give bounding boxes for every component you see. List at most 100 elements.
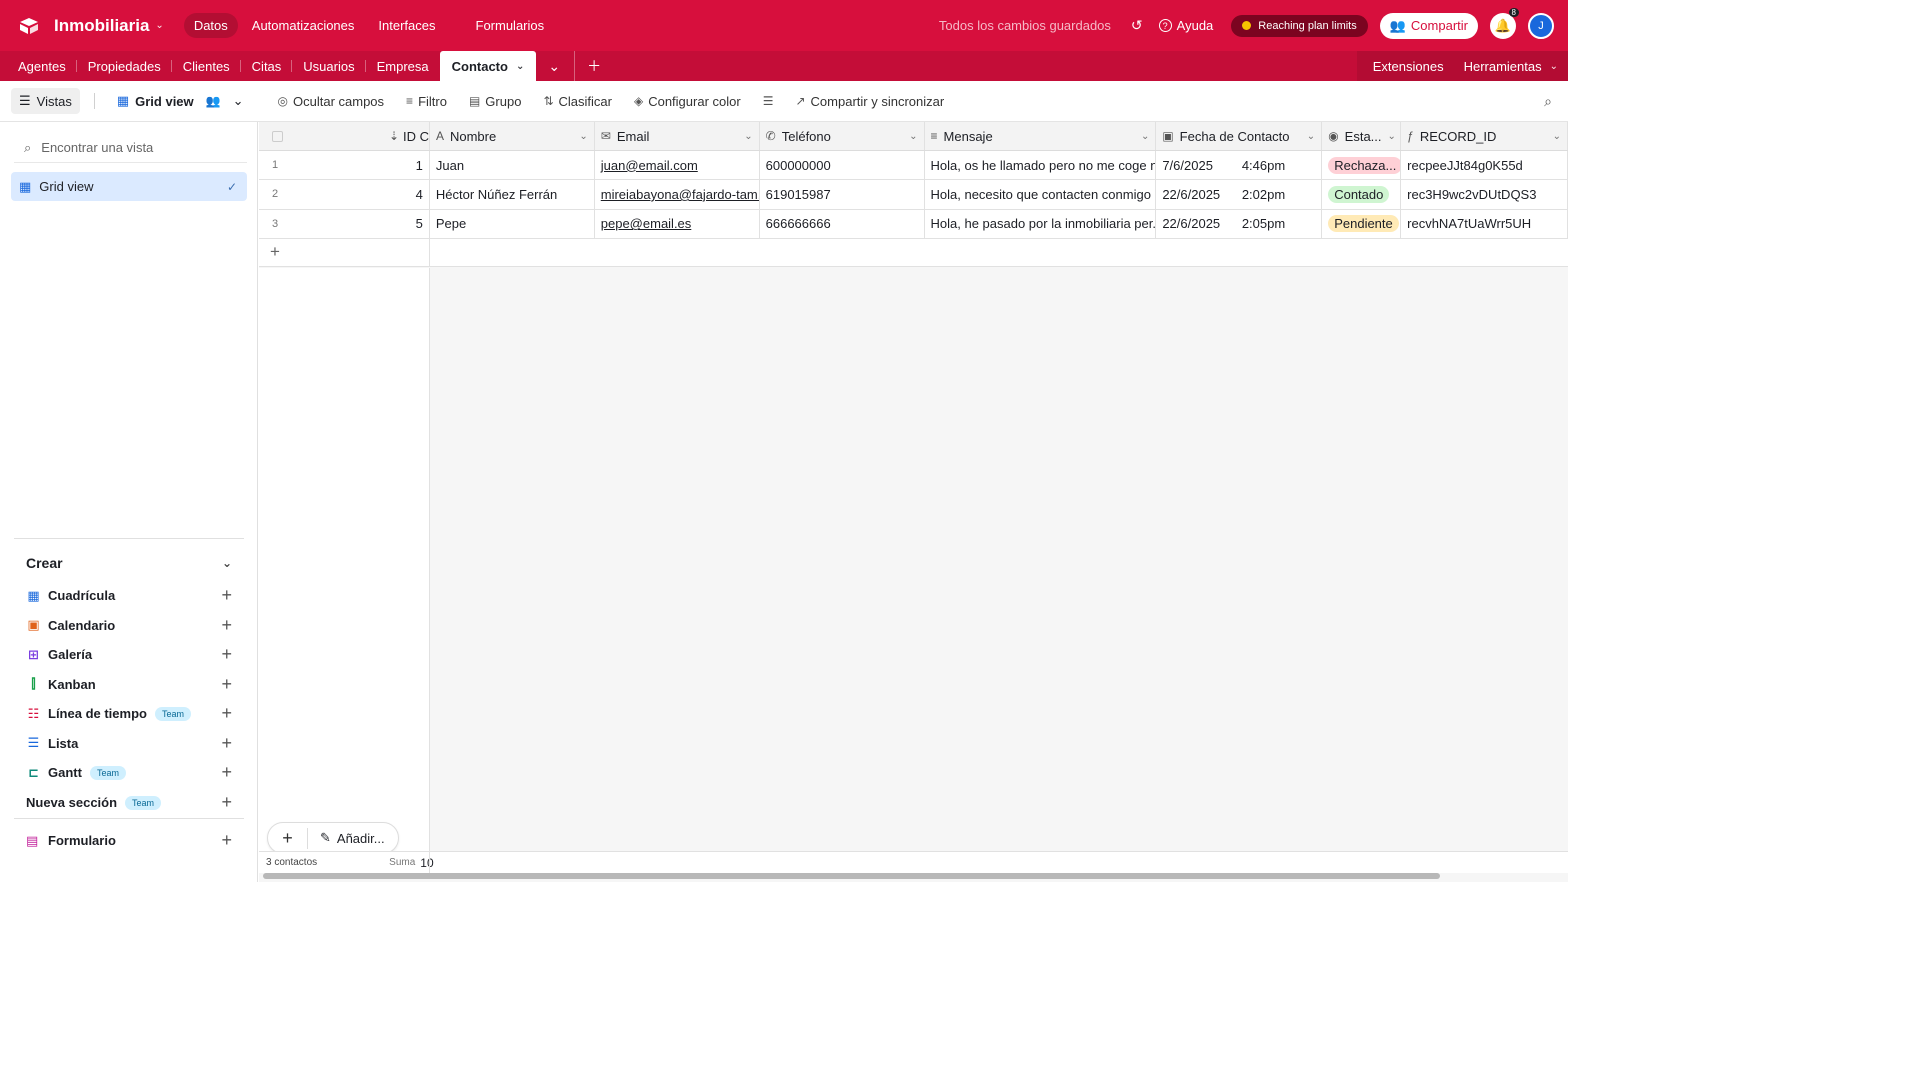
cell-record-id[interactable]: recpeeJJt84g0K55d xyxy=(1401,151,1568,181)
tab-usuarios[interactable]: Usuarios xyxy=(292,51,366,81)
column-header-record-id[interactable]: ƒ RECORD_ID ⌄ xyxy=(1401,122,1568,150)
more-tables-icon[interactable]: ⌄ xyxy=(536,51,572,81)
cell-fecha[interactable]: 22/6/2025 2:05pm xyxy=(1156,209,1323,239)
chevron-down-icon[interactable]: ⌄ xyxy=(909,131,917,142)
chevron-down-icon[interactable]: ⌄ xyxy=(744,131,752,142)
email-link[interactable]: juan@email.com xyxy=(601,158,698,173)
cell-estado[interactable]: Pendiente xyxy=(1322,209,1402,239)
cell-estado[interactable]: Rechaza... xyxy=(1322,151,1402,181)
cell-fecha[interactable]: 7/6/2025 4:46pm xyxy=(1156,151,1323,181)
add-record-button[interactable]: + xyxy=(268,827,308,849)
create-form-view[interactable]: ▤ Formulario + xyxy=(14,819,244,863)
chevron-down-icon[interactable]: ⌄ xyxy=(1141,131,1149,142)
cell-id[interactable]: 4 xyxy=(320,180,430,210)
create-header[interactable]: Crear ⌄ xyxy=(14,539,244,581)
add-table-icon[interactable]: ＋ xyxy=(574,51,613,81)
chevron-down-icon[interactable]: ⌄ xyxy=(579,131,587,142)
cell-email[interactable]: pepe@email.es xyxy=(594,209,760,239)
tab-propiedades[interactable]: Propiedades xyxy=(77,51,172,81)
horizontal-scrollbar[interactable] xyxy=(263,873,1440,879)
column-header-estado[interactable]: ◉ Esta... ⌄ xyxy=(1322,122,1402,150)
tools-button[interactable]: Herramientas ⌄ xyxy=(1454,51,1568,81)
column-header-telefono[interactable]: ✆ Teléfono ⌄ xyxy=(759,122,925,150)
chevron-down-icon[interactable]: ⌄ xyxy=(516,61,524,72)
cell-id[interactable]: 5 xyxy=(320,209,430,239)
cell-record-id[interactable]: rec3H9wc2vDUtDQS3 xyxy=(1401,180,1568,210)
email-link[interactable]: pepe@email.es xyxy=(601,216,692,231)
app-title[interactable]: Inmobiliaria xyxy=(54,16,149,36)
nav-automatizaciones[interactable]: Automatizaciones xyxy=(242,13,365,38)
notifications-button[interactable]: 🔔 8 xyxy=(1490,7,1519,39)
cell-mensaje[interactable]: Hola, os he llamado pero no me coge n... xyxy=(924,151,1157,181)
cell-telefono[interactable]: 600000000 xyxy=(759,151,925,181)
search-icon[interactable]: ⌕ xyxy=(1544,93,1552,110)
table-row[interactable]: 1 1 Juan juan@email.com 600000000 Hola, … xyxy=(259,151,1568,181)
chevron-down-icon[interactable]: ⌄ xyxy=(1388,131,1396,142)
tab-contacto[interactable]: Contacto ⌄ xyxy=(439,51,537,81)
email-link[interactable]: mireiabayona@fajardo-tam... xyxy=(601,187,759,202)
nav-interfaces[interactable]: Interfaces xyxy=(368,13,445,38)
app-logo-icon[interactable] xyxy=(18,17,40,35)
column-header-nombre[interactable]: A Nombre ⌄ xyxy=(429,122,595,150)
nav-datos[interactable]: Datos xyxy=(183,13,238,38)
create-grid-view[interactable]: ▦ Cuadrícula + xyxy=(14,581,244,611)
chevron-down-icon[interactable]: ⌄ xyxy=(1553,131,1561,142)
cell-mensaje[interactable]: Hola, he pasado por la inmobiliaria per.… xyxy=(924,209,1157,239)
history-icon[interactable]: ↺ xyxy=(1131,17,1143,34)
nav-formularios[interactable]: Formularios xyxy=(466,13,555,38)
chevron-down-icon[interactable]: ⌄ xyxy=(1307,131,1315,142)
create-list-view[interactable]: ☰ Lista + xyxy=(14,729,244,759)
cell-nombre[interactable]: Héctor Núñez Ferrán xyxy=(429,180,595,210)
share-button[interactable]: 👥 Compartir xyxy=(1379,12,1478,39)
cell-id[interactable]: 1 xyxy=(320,151,430,181)
row-height-button[interactable]: ☰ xyxy=(763,94,774,108)
sum-label[interactable]: Suma xyxy=(389,857,415,868)
tab-empresa[interactable]: Empresa xyxy=(366,51,440,81)
table-row[interactable]: 3 5 Pepe pepe@email.es 666666666 Hola, h… xyxy=(259,209,1568,239)
create-calendar-view[interactable]: ▣ Calendario + xyxy=(14,611,244,641)
cell-telefono[interactable]: 619015987 xyxy=(759,180,925,210)
cell-nombre[interactable]: Juan xyxy=(429,151,595,181)
tab-citas[interactable]: Citas xyxy=(241,51,293,81)
create-section[interactable]: Nueva sección Team + xyxy=(14,788,244,819)
cell-telefono[interactable]: 666666666 xyxy=(759,209,925,239)
cell-mensaje[interactable]: Hola, necesito que contacten conmigo ... xyxy=(924,180,1157,210)
cell-estado[interactable]: Contado xyxy=(1322,180,1402,210)
hide-fields-button[interactable]: ◎ Ocultar campos xyxy=(278,94,385,109)
column-header-id[interactable]: ⇣ID Contacto⌄ xyxy=(320,122,430,150)
create-timeline-view[interactable]: ☷ Línea de tiempo Team + xyxy=(14,699,244,729)
find-view-input[interactable]: ⌕ Encontrar una vista xyxy=(14,133,247,163)
cell-email[interactable]: mireiabayona@fajardo-tam... xyxy=(594,180,760,210)
add-row-area[interactable] xyxy=(430,238,1568,267)
column-header-fecha[interactable]: ▣ Fecha de Contacto ⌄ xyxy=(1156,122,1323,150)
color-button[interactable]: ◈ Configurar color xyxy=(634,94,741,109)
current-view-button[interactable]: ▦ Grid view 👥 ⌄ xyxy=(117,93,244,109)
cell-fecha[interactable]: 22/6/2025 2:02pm xyxy=(1156,180,1323,210)
extensions-button[interactable]: Extensiones xyxy=(1363,51,1454,81)
create-gantt-view[interactable]: ⊏ Gantt Team + xyxy=(14,758,244,788)
add-row[interactable]: + xyxy=(259,238,1568,267)
cell-email[interactable]: juan@email.com xyxy=(594,151,760,181)
chevron-down-icon[interactable]: ⌄ xyxy=(155,20,163,31)
add-row-plus-icon[interactable]: + xyxy=(259,238,430,267)
group-button[interactable]: ▤ Grupo xyxy=(469,94,521,109)
plan-limits-button[interactable]: Reaching plan limits xyxy=(1231,14,1368,37)
help-button[interactable]: ? Ayuda xyxy=(1158,18,1213,33)
table-row[interactable]: 2 4 Héctor Núñez Ferrán mireiabayona@faj… xyxy=(259,180,1568,210)
tab-clientes[interactable]: Clientes xyxy=(172,51,241,81)
sort-button[interactable]: ⇅ Clasificar xyxy=(543,94,612,109)
sidebar-item-grid-view[interactable]: ▦ Grid view ✓ xyxy=(11,172,247,201)
share-sync-button[interactable]: ↗ Compartir y sincronizar xyxy=(795,94,944,109)
create-gallery-view[interactable]: ⊞ Galería + xyxy=(14,640,244,670)
cell-record-id[interactable]: recvhNA7tUaWrr5UH xyxy=(1401,209,1568,239)
views-toggle-button[interactable]: ☰ Vistas xyxy=(11,88,80,114)
ai-add-button[interactable]: ✎ Añadir... xyxy=(308,830,385,846)
select-all-checkbox[interactable] xyxy=(259,122,321,150)
column-header-mensaje[interactable]: ≡ Mensaje ⌄ xyxy=(924,122,1157,150)
create-kanban-view[interactable]: ⫿ Kanban + xyxy=(14,670,244,700)
column-header-email[interactable]: ✉ Email ⌄ xyxy=(594,122,760,150)
cell-nombre[interactable]: Pepe xyxy=(429,209,595,239)
filter-button[interactable]: ≡ Filtro xyxy=(406,94,447,109)
tab-agentes[interactable]: Agentes xyxy=(7,51,77,81)
avatar[interactable]: J xyxy=(1528,12,1554,39)
